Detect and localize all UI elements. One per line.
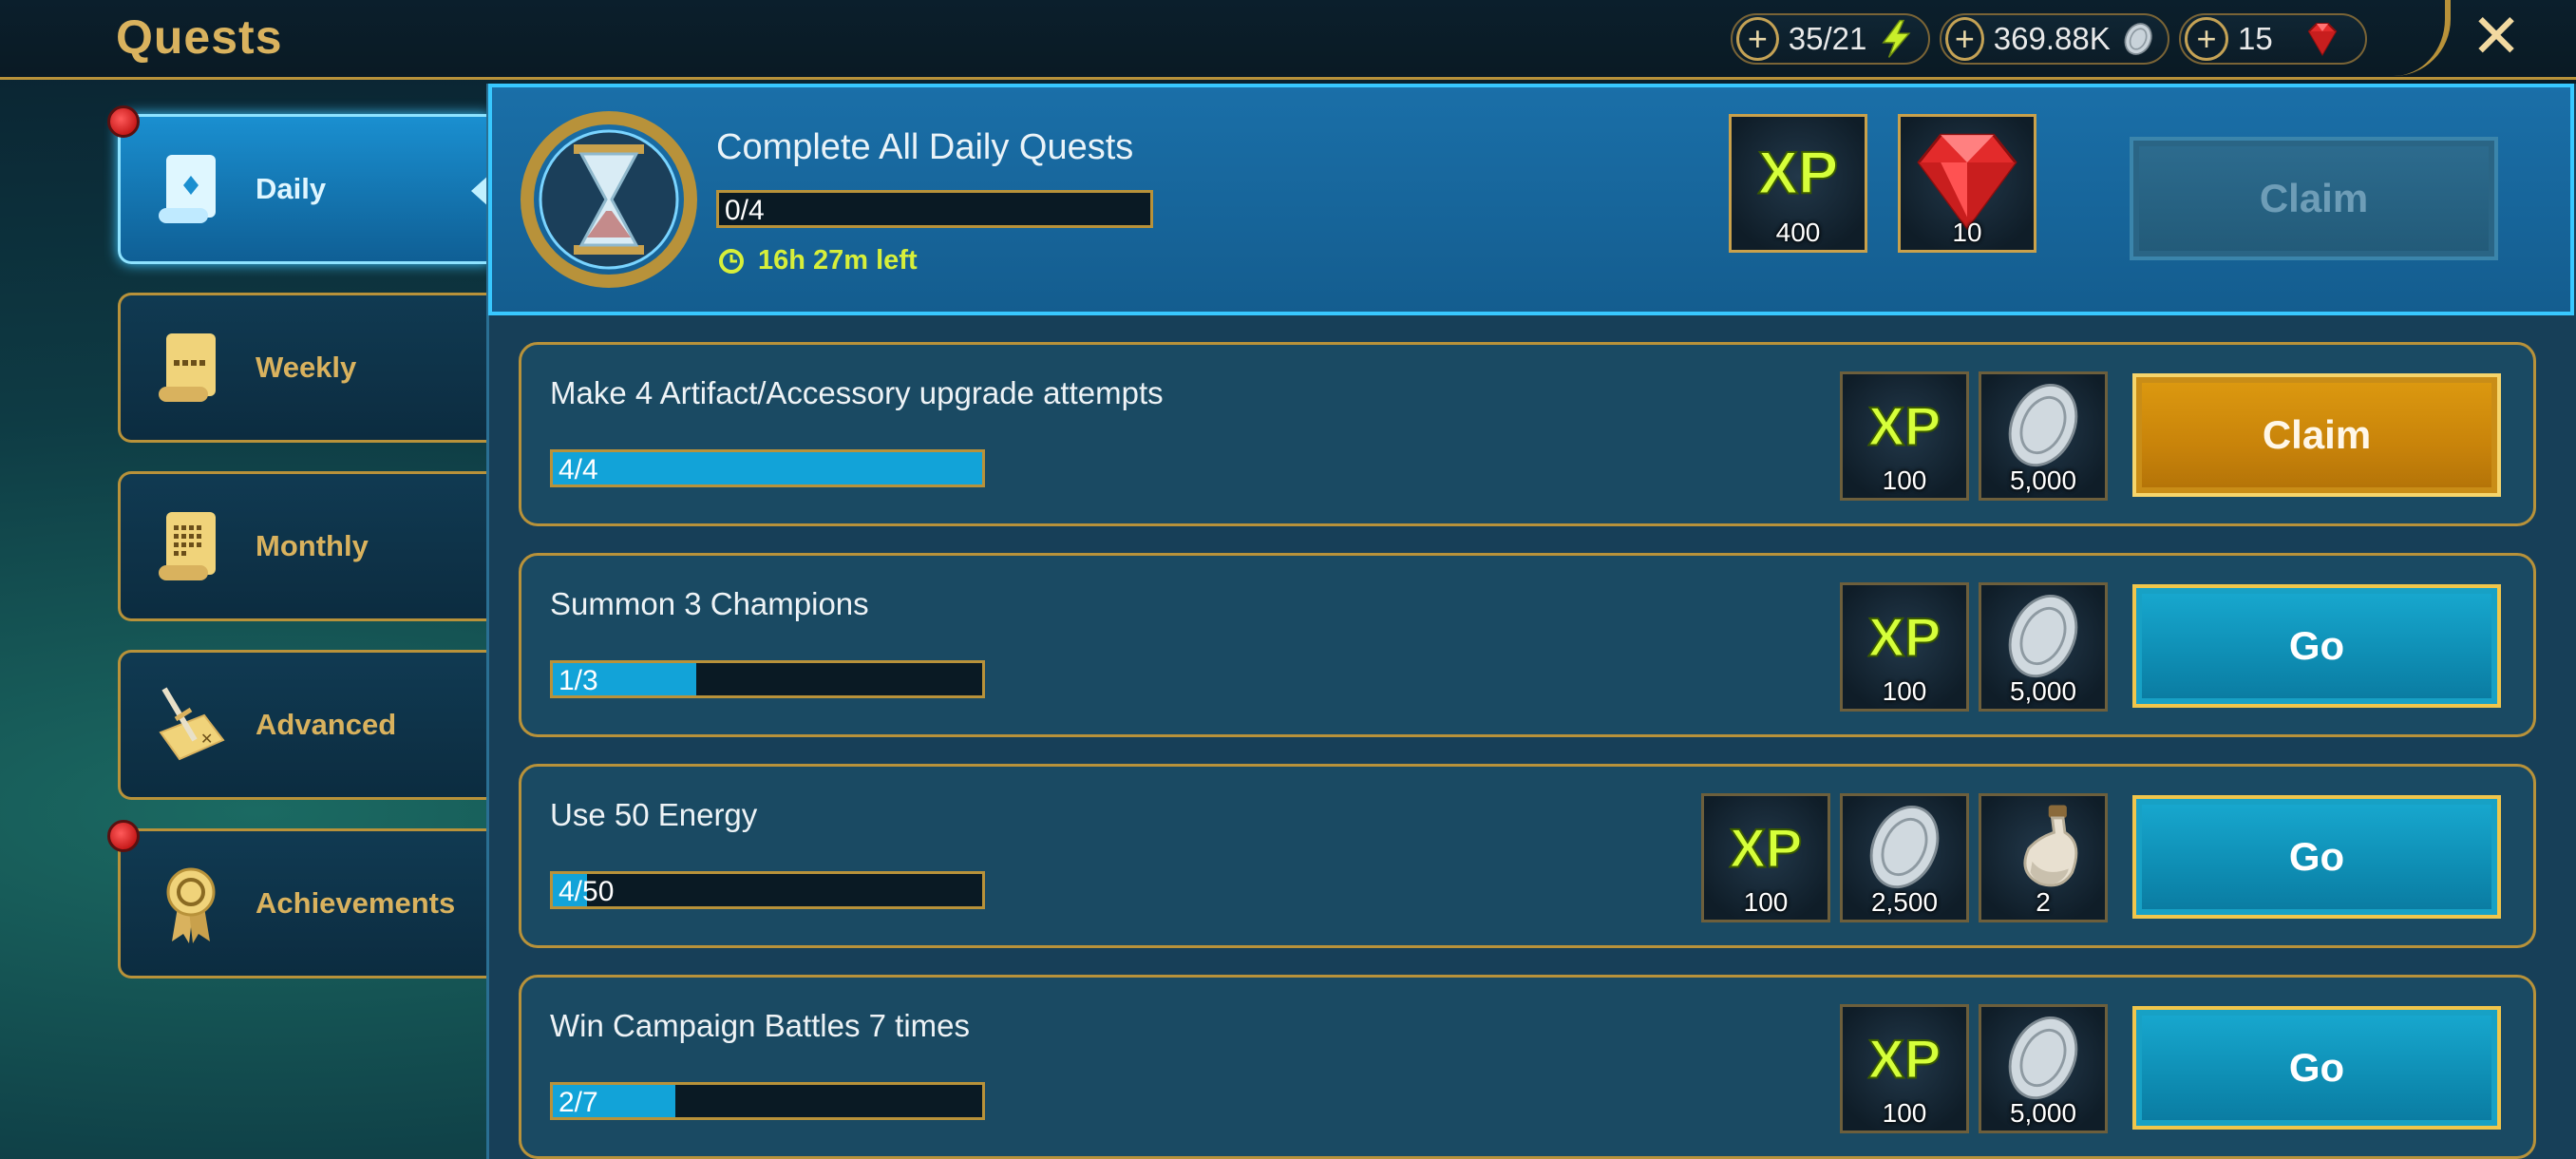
reward-amount: 2 (2036, 887, 2051, 917)
tab-weekly-label: Weekly (256, 351, 357, 384)
tab-monthly[interactable]: Monthly (118, 471, 490, 621)
quest-go-button[interactable]: Go (2132, 1006, 2501, 1130)
hourglass-icon (521, 111, 697, 288)
quest-progress-bar: 2/7 (550, 1082, 985, 1120)
tab-daily-label: Daily (256, 172, 327, 205)
silver-coin-icon (2124, 23, 2152, 55)
daily-summary-card: Complete All Daily Quests 0/4 16h 27m le… (488, 84, 2574, 315)
quest-title: Summon 3 Champions (550, 586, 869, 621)
reward-xp[interactable]: XP 100 (1840, 371, 1969, 501)
quest-progress-bar: 4/4 (550, 449, 985, 487)
reward-amount: 2,500 (1870, 887, 1939, 917)
reward-silver[interactable]: 2,500 (1840, 793, 1969, 922)
reward-xp[interactable]: XP 100 (1840, 1004, 1969, 1133)
notification-dot (107, 105, 140, 138)
reward-amount: 100 (1882, 676, 1927, 706)
quest-card: Use 50 Energy 4/50 XP 100 2,500 2 Go (519, 764, 2536, 948)
reward-amount: 100 (1882, 1098, 1927, 1128)
svg-text:XP: XP (1730, 819, 1803, 880)
gem-value: 15 (2238, 21, 2273, 56)
silver-counter[interactable]: + 369.88K (1940, 13, 2169, 65)
timer-text: 16h 27m left (758, 245, 918, 276)
achievement-ribbon-icon (166, 867, 216, 943)
tab-advanced[interactable]: ✕ Advanced (118, 650, 490, 800)
quest-progress-bar: 1/3 (550, 660, 985, 698)
clock-icon (719, 248, 744, 274)
daily-scroll-icon (159, 155, 216, 223)
ruby-gem-icon (2307, 23, 2337, 56)
gem-counter[interactable]: + 15 (2179, 13, 2367, 65)
progress-text: 4/4 (559, 454, 598, 485)
daily-claim-button[interactable]: Claim (2130, 137, 2498, 260)
tab-daily[interactable]: Daily (107, 105, 490, 264)
quest-title: Win Campaign Battles 7 times (550, 1008, 971, 1043)
reward-amount: 100 (1882, 466, 1927, 495)
quest-progress-bar: 4/50 (550, 871, 985, 909)
add-energy-button[interactable]: + (1736, 17, 1779, 61)
advanced-sword-map-icon: ✕ (159, 687, 225, 761)
reward-amount: 5,000 (2009, 676, 2077, 706)
svg-text:XP: XP (1758, 141, 1838, 207)
reward-amount: 5,000 (2009, 1098, 2077, 1128)
progress-text: 2/7 (559, 1087, 598, 1118)
quest-title: Make 4 Artifact/Accessory upgrade attemp… (550, 375, 1164, 410)
quest-go-button[interactable]: Go (2132, 795, 2501, 919)
quest-card: Make 4 Artifact/Accessory upgrade attemp… (519, 342, 2536, 526)
tab-weekly[interactable]: Weekly (118, 293, 490, 443)
tab-achievements-label: Achievements (256, 886, 456, 920)
reward-xp[interactable]: XP 400 (1729, 114, 1867, 253)
reward-amount: 10 (1952, 218, 1982, 247)
top-bar: Quests + 35/21 + 369.88K + 15 ✕ (0, 0, 2576, 80)
timer: 16h 27m left (718, 245, 918, 276)
quest-title: Use 50 Energy (550, 797, 758, 832)
quest-card: Win Campaign Battles 7 times 2/7 XP 100 … (519, 975, 2536, 1159)
energy-counter[interactable]: + 35/21 (1731, 13, 1930, 65)
reward-potion[interactable]: 2 (1979, 793, 2108, 922)
reward-amount: 400 (1775, 218, 1821, 247)
weekly-scroll-icon (159, 333, 216, 402)
quest-go-button[interactable]: Go (2132, 584, 2501, 708)
reward-xp[interactable]: XP 100 (1701, 793, 1830, 922)
quest-card: Summon 3 Champions 1/3 XP 100 5,000 Go (519, 553, 2536, 737)
svg-text:✕: ✕ (200, 730, 213, 748)
svg-text:XP: XP (1868, 608, 1941, 669)
daily-summary-title: Complete All Daily Quests (716, 127, 1134, 167)
monthly-scroll-icon (159, 512, 216, 580)
quest-claim-button[interactable]: Claim (2132, 373, 2501, 497)
progress-text: 4/50 (559, 876, 615, 907)
reward-silver[interactable]: 5,000 (1979, 582, 2108, 712)
reward-amount: 100 (1743, 887, 1789, 917)
close-icon: ✕ (2471, 2, 2522, 70)
svg-text:XP: XP (1868, 397, 1941, 458)
energy-bolt-icon (1882, 19, 1911, 58)
reward-amount: 5,000 (2009, 466, 2077, 495)
progress-fill (553, 452, 982, 484)
add-silver-button[interactable]: + (1945, 17, 1984, 61)
add-gems-button[interactable]: + (2185, 17, 2228, 61)
tab-monthly-label: Monthly (256, 529, 369, 562)
svg-text:XP: XP (1868, 1030, 1941, 1091)
tab-achievements[interactable]: Achievements (107, 820, 490, 978)
close-button[interactable]: ✕ (2466, 6, 2527, 66)
reward-gems[interactable]: 10 (1898, 114, 2036, 253)
progress-text: 0/4 (725, 195, 765, 226)
page-title: Quests (116, 10, 283, 64)
reward-silver[interactable]: 5,000 (1979, 1004, 2108, 1133)
daily-summary-progress-bar: 0/4 (716, 190, 1153, 228)
silver-value: 369.88K (1993, 21, 2111, 56)
corner-ornament (2375, 0, 2451, 76)
progress-text: 1/3 (559, 665, 598, 696)
energy-value: 35/21 (1788, 21, 1867, 56)
notification-dot (107, 820, 140, 852)
reward-silver[interactable]: 5,000 (1979, 371, 2108, 501)
tab-advanced-label: Advanced (256, 708, 397, 741)
reward-xp[interactable]: XP 100 (1840, 582, 1969, 712)
